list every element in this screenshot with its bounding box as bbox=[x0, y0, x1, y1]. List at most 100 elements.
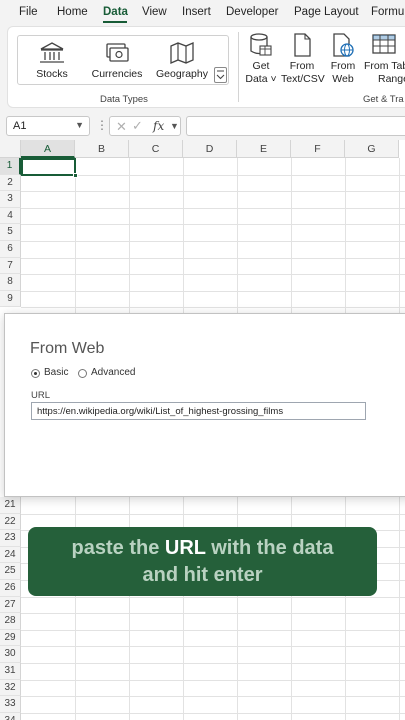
row-header[interactable]: 2 bbox=[0, 174, 21, 192]
grid-line bbox=[21, 696, 405, 698]
grid-line bbox=[21, 174, 405, 176]
row-header[interactable]: 9 bbox=[0, 290, 21, 308]
tab-home[interactable]: Home bbox=[57, 6, 88, 18]
formula-bar: A1 ▼ ⋮ ✕ ✓ fx ▼ bbox=[0, 112, 405, 140]
row-header[interactable]: 1 bbox=[0, 158, 21, 175]
column-header-b[interactable]: B bbox=[75, 140, 129, 158]
document-icon bbox=[294, 33, 311, 57]
stocks-button[interactable]: Stocks bbox=[22, 36, 82, 86]
from-text-csv-button[interactable]: From Text/CSV bbox=[281, 30, 325, 90]
grid-line bbox=[21, 224, 405, 226]
row-header[interactable]: 24 bbox=[0, 546, 21, 564]
tab-developer[interactable]: Developer bbox=[226, 6, 278, 18]
geography-button[interactable]: Geography bbox=[152, 36, 212, 86]
column-header-c[interactable]: C bbox=[129, 140, 183, 158]
grid-line bbox=[21, 613, 405, 615]
insert-function-icon[interactable]: fx bbox=[153, 119, 164, 133]
active-cell-a1[interactable] bbox=[21, 158, 76, 176]
from-web-dialog: From Web Basic Advanced URL https://en.w… bbox=[4, 313, 405, 497]
grid-line bbox=[21, 629, 405, 631]
row-header[interactable]: 4 bbox=[0, 207, 21, 225]
grid-line bbox=[21, 712, 405, 714]
web-page-icon bbox=[333, 33, 354, 57]
row-header[interactable]: 5 bbox=[0, 224, 21, 241]
row-header[interactable]: 8 bbox=[0, 274, 21, 291]
row-header[interactable]: 29 bbox=[0, 629, 21, 647]
tab-page-layout[interactable]: Page Layout bbox=[294, 6, 359, 18]
grid-line bbox=[21, 191, 405, 193]
column-header-d[interactable]: D bbox=[183, 140, 237, 158]
from-web-button[interactable]: From Web bbox=[326, 30, 360, 90]
row-header[interactable]: 23 bbox=[0, 530, 21, 547]
column-header-g[interactable]: G bbox=[345, 140, 399, 158]
currency-icon bbox=[106, 43, 129, 62]
url-input[interactable]: https://en.wikipedia.org/wiki/List_of_hi… bbox=[31, 402, 366, 420]
stocks-label: Stocks bbox=[36, 68, 68, 80]
tab-insert[interactable]: Insert bbox=[182, 6, 211, 18]
row-header[interactable]: 31 bbox=[0, 663, 21, 680]
data-types-gallery: Stocks Currencies Geography bbox=[17, 35, 229, 85]
table-icon bbox=[371, 34, 396, 54]
dialog-title: From Web bbox=[30, 340, 105, 357]
fill-handle[interactable] bbox=[73, 173, 78, 178]
from-table-range-button[interactable]: From Tab Range bbox=[362, 30, 405, 90]
name-box[interactable]: A1 ▼ bbox=[6, 116, 90, 136]
row-header[interactable]: 7 bbox=[0, 257, 21, 275]
from-text-label-line1: From bbox=[289, 60, 315, 72]
row-header[interactable]: 25 bbox=[0, 563, 21, 580]
row-header[interactable]: 22 bbox=[0, 513, 21, 531]
tab-view[interactable]: View bbox=[142, 6, 167, 18]
row-header[interactable]: 30 bbox=[0, 646, 21, 663]
currencies-label: Currencies bbox=[91, 68, 143, 80]
more-options-icon[interactable]: ⋮ bbox=[96, 118, 108, 132]
row-header[interactable]: 21 bbox=[0, 497, 21, 514]
row-header[interactable]: 27 bbox=[0, 596, 21, 614]
tab-formulas[interactable]: Formul bbox=[371, 6, 405, 18]
row-header[interactable]: 28 bbox=[0, 613, 21, 630]
grid-line bbox=[21, 513, 405, 515]
row-header[interactable]: 34 bbox=[0, 712, 21, 720]
caption-highlight: URL bbox=[164, 537, 206, 559]
column-header-e[interactable]: E bbox=[237, 140, 291, 158]
row-header[interactable]: 33 bbox=[0, 696, 21, 713]
name-box-value: A1 bbox=[13, 120, 27, 132]
formula-input[interactable] bbox=[186, 116, 405, 136]
grid-line bbox=[21, 646, 405, 648]
tab-file[interactable]: File bbox=[19, 6, 38, 18]
row-header[interactable]: 26 bbox=[0, 580, 21, 597]
row-header[interactable]: 6 bbox=[0, 241, 21, 258]
radio-advanced[interactable]: Advanced bbox=[78, 367, 148, 381]
url-label: URL bbox=[31, 390, 51, 401]
radio-basic[interactable]: Basic bbox=[31, 367, 81, 381]
database-icon bbox=[250, 33, 272, 56]
formula-tools: ✕ ✓ fx ▼ bbox=[109, 116, 181, 136]
grid-line bbox=[21, 241, 405, 242]
radio-advanced-label: Advanced bbox=[91, 367, 136, 378]
grid-line bbox=[21, 290, 405, 292]
grid-line bbox=[21, 679, 405, 681]
caption-text-part1: paste the bbox=[71, 537, 165, 559]
enter-check-icon[interactable]: ✓ bbox=[132, 118, 143, 134]
column-header-a[interactable]: A bbox=[21, 140, 75, 158]
get-data-button[interactable]: Get Data ˅ bbox=[243, 30, 279, 90]
caption-line2: and hit enter bbox=[142, 564, 263, 586]
menu-bar: File Home Data View Insert Developer Pag… bbox=[0, 0, 405, 26]
row-header[interactable]: 32 bbox=[0, 679, 21, 697]
gallery-more-button[interactable] bbox=[214, 67, 227, 83]
get-transform-group-label: Get & Tra bbox=[363, 94, 404, 105]
row-header[interactable]: 3 bbox=[0, 191, 21, 208]
data-types-group-label: Data Types bbox=[100, 94, 148, 105]
select-all-corner[interactable] bbox=[0, 140, 21, 158]
chevron-down-icon[interactable]: ▼ bbox=[170, 121, 179, 131]
column-header-f[interactable]: F bbox=[291, 140, 345, 158]
grid-line bbox=[21, 663, 405, 664]
caption-banner: paste the URL with the data and hit ente… bbox=[28, 527, 377, 596]
chevron-down-icon[interactable]: ▼ bbox=[75, 120, 84, 130]
tab-data[interactable]: Data bbox=[103, 6, 128, 18]
cancel-icon[interactable]: ✕ bbox=[116, 119, 127, 135]
map-icon bbox=[170, 42, 194, 64]
from-text-label-line2: Text/CSV bbox=[281, 73, 325, 85]
currencies-button[interactable]: Currencies bbox=[87, 36, 147, 86]
caption-line1: paste the URL with the data bbox=[28, 535, 377, 562]
grid-line bbox=[21, 596, 405, 598]
